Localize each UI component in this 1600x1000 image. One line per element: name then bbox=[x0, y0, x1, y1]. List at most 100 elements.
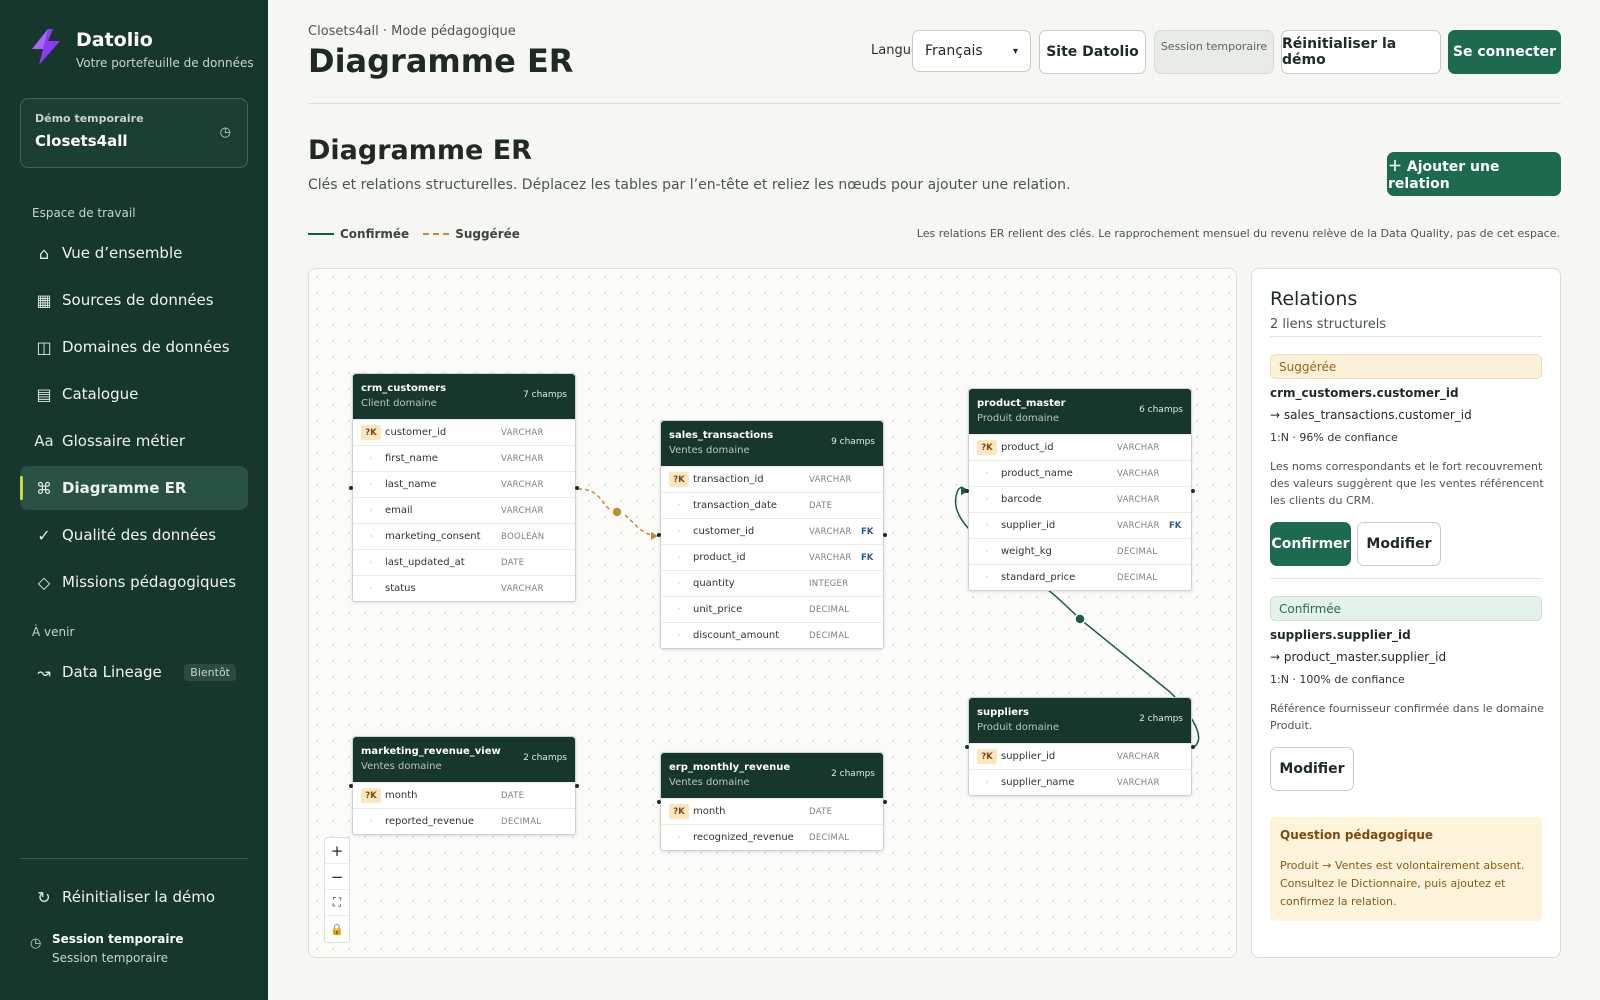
sidebar-item-label: Domaines de données bbox=[62, 338, 230, 356]
key-badge: ?K bbox=[361, 788, 381, 803]
field-row[interactable]: · customer_id VARCHAR FK bbox=[661, 518, 883, 544]
connection-handle[interactable] bbox=[883, 800, 887, 804]
session-pill: Session temporaire bbox=[1154, 30, 1274, 74]
relation-cardinality: 1:N · 100% de confiance bbox=[1270, 673, 1405, 686]
table-product-master[interactable]: product_master Produit domaine 6 champs … bbox=[968, 388, 1192, 591]
page-title: Diagramme ER bbox=[308, 42, 574, 80]
field-dot-icon: · bbox=[677, 832, 681, 843]
sidebar-item-label: Vue d’ensemble bbox=[62, 244, 183, 262]
panel-subtitle: 2 liens structurels bbox=[1270, 317, 1387, 332]
table-crm-customers[interactable]: crm_customers Client domaine 7 champs ?K… bbox=[352, 373, 576, 602]
sidebar-item-data-lineage[interactable]: ↝ Data Lineage Bientôt bbox=[20, 650, 248, 694]
table-header[interactable]: suppliers Produit domaine 2 champs bbox=[969, 698, 1191, 743]
legend: Confirmée Suggérée bbox=[308, 227, 520, 241]
connection-handle[interactable] bbox=[349, 486, 353, 490]
fit-view-button[interactable]: ⛶ bbox=[325, 890, 349, 916]
field-name: customer_id bbox=[385, 427, 447, 438]
field-row[interactable]: ?K transaction_id VARCHAR bbox=[661, 466, 883, 492]
table-field-count: 6 champs bbox=[1139, 405, 1183, 415]
field-type: DATE bbox=[501, 557, 525, 568]
demo-label: Démo temporaire bbox=[35, 112, 144, 125]
table-header[interactable]: marketing_revenue_view Ventes domaine 2 … bbox=[353, 737, 575, 782]
connection-handle[interactable] bbox=[883, 533, 887, 537]
field-name: quantity bbox=[693, 578, 735, 589]
connection-handle[interactable] bbox=[575, 784, 579, 788]
field-type: DECIMAL bbox=[1117, 546, 1158, 557]
table-sales-transactions[interactable]: sales_transactions Ventes domaine 9 cham… bbox=[660, 420, 884, 649]
connection-handle[interactable] bbox=[657, 533, 661, 537]
add-relation-button[interactable]: ＋ Ajouter une relation bbox=[1387, 152, 1561, 196]
field-row[interactable]: · product_name VARCHAR bbox=[969, 460, 1191, 486]
field-dot-icon: · bbox=[985, 494, 989, 505]
field-type: VARCHAR bbox=[501, 427, 544, 438]
table-header[interactable]: sales_transactions Ventes domaine 9 cham… bbox=[661, 421, 883, 466]
connection-handle[interactable] bbox=[965, 489, 969, 493]
connection-handle[interactable] bbox=[657, 800, 661, 804]
field-row[interactable]: · recognized_revenue DECIMAL bbox=[661, 824, 883, 850]
field-row[interactable]: · reported_revenue DECIMAL bbox=[353, 808, 575, 834]
field-row[interactable]: ?K customer_id VARCHAR bbox=[353, 419, 575, 445]
field-row[interactable]: · transaction_date DATE bbox=[661, 492, 883, 518]
zoom-out-button[interactable]: − bbox=[325, 864, 349, 890]
field-row[interactable]: · discount_amount DECIMAL bbox=[661, 622, 883, 648]
sidebar-item-overview[interactable]: ⌂ Vue d’ensemble bbox=[20, 231, 248, 275]
foreign-key-badge: FK bbox=[861, 552, 874, 563]
field-row[interactable]: · supplier_name VARCHAR bbox=[969, 769, 1191, 795]
table-suppliers[interactable]: suppliers Produit domaine 2 champs ?K sup… bbox=[968, 697, 1192, 796]
brand[interactable]: Datolio Votre portefeuille de données bbox=[26, 27, 254, 70]
field-row[interactable]: ?K month DATE bbox=[353, 782, 575, 808]
field-type: DECIMAL bbox=[809, 604, 850, 615]
field-row[interactable]: · standard_price DECIMAL bbox=[969, 564, 1191, 590]
field-row[interactable]: · product_id VARCHAR FK bbox=[661, 544, 883, 570]
confirm-button[interactable]: Confirmer bbox=[1270, 522, 1351, 566]
lock-button[interactable]: 🔒 bbox=[325, 916, 349, 942]
sidebar-item-data-domains[interactable]: ◫ Domaines de données bbox=[20, 325, 248, 369]
field-row[interactable]: · weight_kg DECIMAL bbox=[969, 538, 1191, 564]
section-upcoming: À venir bbox=[32, 625, 75, 639]
field-row[interactable]: ?K supplier_id VARCHAR bbox=[969, 743, 1191, 769]
sidebar-item-data-quality[interactable]: ✓ Qualité des données bbox=[20, 513, 248, 557]
table-header[interactable]: erp_monthly_revenue Ventes domaine 2 cha… bbox=[661, 753, 883, 798]
edit-button[interactable]: Modifier bbox=[1270, 747, 1354, 791]
language-select[interactable]: Français ▾ bbox=[912, 30, 1031, 72]
table-header[interactable]: product_master Produit domaine 6 champs bbox=[969, 389, 1191, 434]
edit-button[interactable]: Modifier bbox=[1357, 522, 1441, 566]
sidebar-item-er-diagram[interactable]: ⌘ Diagramme ER bbox=[20, 466, 248, 510]
table-erp-monthly-revenue[interactable]: erp_monthly_revenue Ventes domaine 2 cha… bbox=[660, 752, 884, 851]
relation-cardinality: 1:N · 96% de confiance bbox=[1270, 431, 1398, 444]
reset-demo-button[interactable]: Réinitialiser la démo bbox=[1281, 30, 1441, 74]
field-row[interactable]: ?K month DATE bbox=[661, 798, 883, 824]
field-row[interactable]: · last_name VARCHAR bbox=[353, 471, 575, 497]
field-row[interactable]: · unit_price DECIMAL bbox=[661, 596, 883, 622]
login-button[interactable]: Se connecter bbox=[1448, 30, 1561, 74]
zoom-in-button[interactable]: + bbox=[325, 838, 349, 864]
field-row[interactable]: · last_updated_at DATE bbox=[353, 549, 575, 575]
field-row[interactable]: · first_name VARCHAR bbox=[353, 445, 575, 471]
sidebar-item-glossary[interactable]: Aa Glossaire métier bbox=[20, 419, 248, 463]
sidebar-item-missions[interactable]: ◇ Missions pédagogiques bbox=[20, 560, 248, 604]
clock-icon: ◷ bbox=[219, 125, 231, 140]
sidebar-item-catalog[interactable]: ▤ Catalogue bbox=[20, 372, 248, 416]
site-datolio-button[interactable]: Site Datolio bbox=[1039, 30, 1146, 74]
field-row[interactable]: · status VARCHAR bbox=[353, 575, 575, 601]
connection-handle[interactable] bbox=[1191, 745, 1195, 749]
table-header[interactable]: crm_customers Client domaine 7 champs bbox=[353, 374, 575, 419]
sidebar-item-data-sources[interactable]: ▦ Sources de données bbox=[20, 278, 248, 322]
table-marketing-revenue-view[interactable]: marketing_revenue_view Ventes domaine 2 … bbox=[352, 736, 576, 835]
sidebar-item-label: Missions pédagogiques bbox=[62, 573, 237, 591]
field-row[interactable]: · quantity INTEGER bbox=[661, 570, 883, 596]
connection-handle[interactable] bbox=[1191, 489, 1195, 493]
connection-handle[interactable] bbox=[575, 486, 579, 490]
field-type: INTEGER bbox=[809, 578, 849, 589]
connection-handle[interactable] bbox=[349, 784, 353, 788]
connection-handle[interactable] bbox=[965, 745, 969, 749]
field-dot-icon: · bbox=[677, 604, 681, 615]
field-row[interactable]: · barcode VARCHAR bbox=[969, 486, 1191, 512]
field-row[interactable]: ?K product_id VARCHAR bbox=[969, 434, 1191, 460]
field-type: VARCHAR bbox=[501, 583, 544, 594]
field-row[interactable]: · supplier_id VARCHAR FK bbox=[969, 512, 1191, 538]
sidebar-reset-demo[interactable]: ↻ Réinitialiser la démo bbox=[20, 875, 248, 919]
field-row[interactable]: · email VARCHAR bbox=[353, 497, 575, 523]
demo-selector[interactable]: Démo temporaire Closets4all ◷ bbox=[20, 98, 248, 168]
field-row[interactable]: · marketing_consent BOOLEAN bbox=[353, 523, 575, 549]
